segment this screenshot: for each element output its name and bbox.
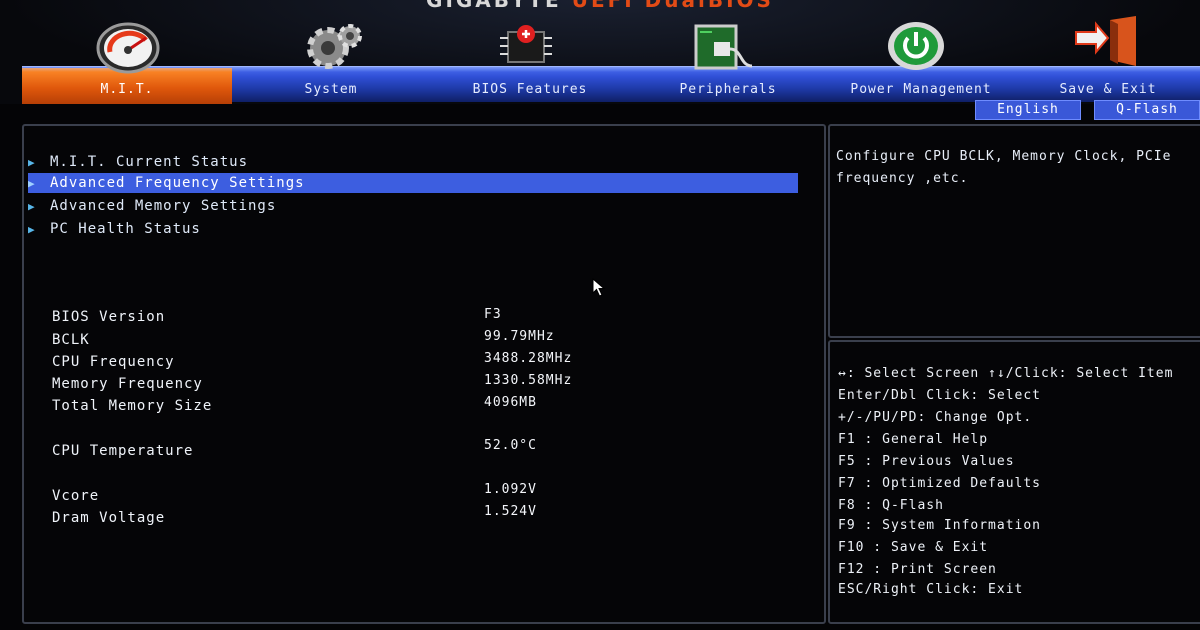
help-line-esc: ESC/Right Click: Exit [838,582,1024,597]
info-label-cpu-temperature: CPU Temperature [52,443,194,459]
exit-door-icon[interactable] [1074,14,1138,70]
help-line-f7: F7 : Optimized Defaults [838,476,1042,491]
help-line-f10: F10 : Save & Exit [838,540,989,555]
info-label-bios-version: BIOS Version [52,309,166,325]
menu-item-mit-current-status[interactable]: ▶ M.I.T. Current Status [28,152,798,172]
tab-mit-label: M.I.T. [100,82,154,97]
arrow-right-icon: ▶ [28,177,36,190]
menu-item-pc-health-status[interactable]: ▶ PC Health Status [28,219,798,239]
info-label-vcore: Vcore [52,488,100,504]
chip-icon[interactable] [494,18,558,74]
menu-item-label: Advanced Frequency Settings [50,175,305,191]
arrow-right-icon: ▶ [28,200,36,213]
mouse-cursor-icon [592,277,606,298]
info-label-total-memory-size: Total Memory Size [52,398,213,414]
description-text: Configure CPU BCLK, Memory Clock, PCIe f… [836,149,1172,186]
info-value-cpu-temperature: 52.0°C [484,438,537,453]
gear-icon[interactable] [302,18,366,74]
info-label-bclk: BCLK [52,332,90,348]
info-value-dram-voltage: 1.524V [484,504,537,519]
tab-save-exit[interactable]: Save & Exit [1016,68,1200,104]
info-value-cpu-frequency: 3488.28MHz [484,351,573,366]
tab-peripherals-label: Peripherals [679,82,777,97]
menu-item-advanced-memory-settings[interactable]: ▶ Advanced Memory Settings [28,196,798,216]
info-label-dram-voltage: Dram Voltage [52,510,166,526]
tab-band-shine [22,66,1200,72]
qflash-button[interactable]: Q-Flash [1094,100,1200,120]
help-panel: ↔: Select Screen ↑↓/Click: Select Item E… [828,340,1200,624]
help-line-f8: F8 : Q-Flash [838,498,944,513]
tab-save-exit-label: Save & Exit [1059,82,1157,97]
help-line-change-opt: +/-/PU/PD: Change Opt. [838,410,1033,425]
tab-bios-features-label: BIOS Features [472,82,588,97]
menu-item-advanced-frequency-settings[interactable]: ▶ Advanced Frequency Settings [28,173,798,193]
info-value-total-memory-size: 4096MB [484,395,537,410]
info-value-vcore: 1.092V [484,482,537,497]
help-line-enter: Enter/Dbl Click: Select [838,388,1042,403]
info-value-memory-frequency: 1330.58MHz [484,373,573,388]
help-line-f5: F5 : Previous Values [838,454,1015,469]
info-label-cpu-frequency: CPU Frequency [52,354,175,370]
help-line-f1: F1 : General Help [838,432,989,447]
description-panel: Configure CPU BCLK, Memory Clock, PCIe f… [828,124,1200,338]
brand-prefix: GIGABYTE [426,0,562,12]
info-value-bios-version: F3 [484,307,502,322]
tab-system-label: System [304,82,358,97]
help-line-select-screen: ↔: Select Screen ↑↓/Click: Select Item [838,366,1174,381]
main-panel: ▶ M.I.T. Current Status ▶ Advanced Frequen… [22,124,826,624]
info-label-memory-frequency: Memory Frequency [52,376,203,392]
menu-item-label: PC Health Status [50,221,201,237]
speedometer-icon[interactable] [96,18,160,74]
help-line-f12: F12 : Print Screen [838,562,997,577]
arrow-right-icon: ▶ [28,156,36,169]
power-icon[interactable] [884,18,948,74]
language-button[interactable]: English [975,100,1081,120]
help-line-f9: F9 : System Information [838,518,1042,533]
bios-header: GIGABYTE UEFI DualBIOS M.I.T. System BIO… [0,0,1200,120]
menu-item-label: M.I.T. Current Status [50,154,249,170]
info-value-bclk: 99.79MHz [484,329,555,344]
menu-item-label: Advanced Memory Settings [50,198,277,214]
arrow-right-icon: ▶ [28,223,36,236]
brand-suffix: UEFI DualBIOS [571,0,774,12]
tab-power-management-label: Power Management [850,82,992,97]
connector-icon[interactable] [690,18,754,74]
brand-title: GIGABYTE UEFI DualBIOS [0,0,1200,12]
